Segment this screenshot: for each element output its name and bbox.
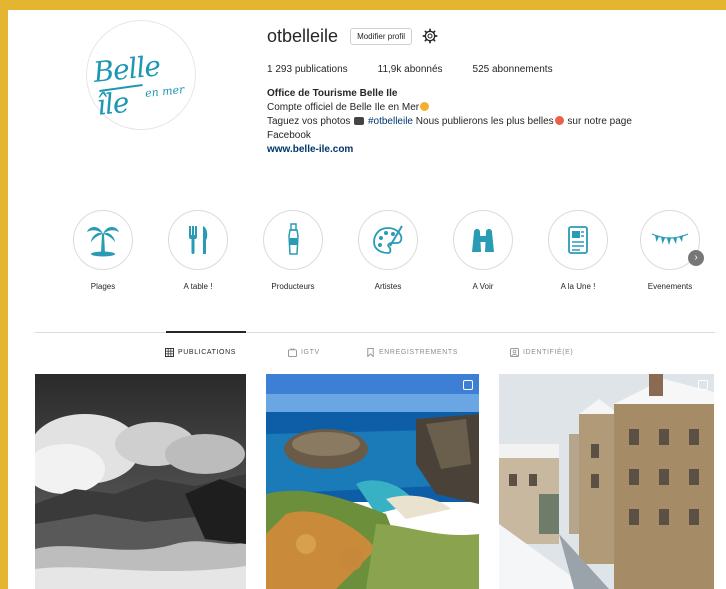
highlight-circle: [263, 210, 323, 270]
multiple-photos-icon: [698, 380, 708, 390]
post-image-snowy-street: [499, 374, 714, 589]
highlight-circle: [358, 210, 418, 270]
post-thumbnail-2[interactable]: [266, 374, 479, 589]
profile-top-row: otbelleile Modifier profil: [267, 24, 717, 48]
bunting-icon: [651, 233, 689, 245]
tab-publications[interactable]: PUBLICATIONS: [165, 348, 236, 357]
highlight-producteurs[interactable]: Producteurs: [253, 210, 333, 291]
profile-header: otbelleile Modifier profil 1 293 publica…: [267, 24, 717, 157]
belle-ile-logo: Belle île en mer: [91, 45, 191, 122]
following-count: 525: [472, 64, 490, 75]
bio-line-2-tail: sur notre page: [567, 116, 632, 127]
bio-line-2-end: Nous publierons les plus belles: [415, 116, 554, 127]
bio-name: Office de Tourisme Belle Ile: [267, 88, 398, 99]
profile-bio: Office de Tourisme Belle Ile Compte offi…: [267, 87, 717, 157]
newspaper-icon: [568, 226, 588, 254]
highlight-circle: [168, 210, 228, 270]
highlight-label: A la Une !: [560, 282, 596, 291]
posts-stat: 1 293 publications: [267, 64, 348, 75]
following-label: abonnements: [491, 64, 553, 75]
fork-knife-icon: [189, 226, 208, 254]
highlights-next-arrow-icon[interactable]: ›: [688, 250, 704, 266]
tab-label: IGTV: [301, 349, 320, 356]
binoculars-icon: [472, 229, 494, 252]
post-image-coast: [266, 374, 479, 589]
highlight-a-voir[interactable]: A Voir: [443, 210, 523, 291]
profile-avatar[interactable]: Belle île en mer: [86, 20, 196, 130]
followers-label: abonnés: [404, 64, 443, 75]
instagram-profile-page: Belle île en mer otbelleile Modifier pro…: [8, 10, 726, 589]
following-stat[interactable]: 525 abonnements: [473, 64, 553, 75]
tabs-divider: [35, 332, 715, 333]
camera-emoji-icon: [354, 117, 365, 125]
edit-profile-button[interactable]: Modifier profil: [350, 27, 413, 45]
bio-line-3: Facebook: [267, 130, 311, 141]
highlight-label: Plages: [90, 282, 116, 291]
username: otbelleile: [267, 25, 339, 46]
tagged-icon: [510, 348, 519, 357]
highlight-a-table[interactable]: A table !: [158, 210, 238, 291]
grid-icon: [165, 348, 174, 357]
highlight-a-la-une[interactable]: A la Une !: [538, 210, 618, 291]
tab-label: PUBLICATIONS: [178, 349, 237, 356]
tab-label: IDENTIFIÉ(E): [523, 349, 574, 356]
highlight-label: Producteurs: [271, 282, 315, 291]
sun-emoji-icon: [420, 102, 430, 111]
settings-gear-icon[interactable]: [422, 28, 438, 44]
website-link[interactable]: www.belle-ile.com: [267, 143, 717, 157]
multiple-photos-icon: [463, 380, 473, 390]
highlight-artistes[interactable]: Artistes: [348, 210, 428, 291]
profile-tabs: PUBLICATIONS IGTV ENREGISTREMENTS IDENTI…: [8, 348, 726, 364]
followers-stat[interactable]: 11,9k abonnés: [378, 64, 443, 75]
highlight-label: A Voir: [472, 282, 494, 291]
igtv-icon: [288, 348, 297, 357]
tab-enregistrements[interactable]: ENREGISTREMENTS: [366, 348, 458, 357]
highlight-circle: [548, 210, 608, 270]
bookmark-icon: [367, 348, 374, 357]
highlight-label: A table !: [183, 282, 213, 291]
palm-tree-icon: [87, 227, 119, 257]
highlight-circle: [453, 210, 513, 270]
post-image-waves: [35, 374, 246, 589]
highlight-circle: [73, 210, 133, 270]
story-highlights: Plages A table ! Producteurs Artistes A …: [8, 210, 726, 300]
active-tab-indicator: [166, 331, 246, 333]
highlight-label: Artistes: [374, 282, 402, 291]
post-thumbnail-1[interactable]: [35, 374, 246, 589]
bio-line-2-start: Taguez vos photos: [267, 116, 351, 127]
posts-label: publications: [294, 64, 348, 75]
tab-igtv[interactable]: IGTV: [288, 348, 320, 357]
tab-label: ENREGISTREMENTS: [379, 349, 459, 356]
bottle-icon: [288, 223, 299, 255]
bio-line-2: Taguez vos photos #otbelleile Nous publi…: [267, 115, 717, 129]
highlight-label: Evenements: [647, 282, 693, 291]
tab-identifie[interactable]: IDENTIFIÉ(E): [510, 348, 573, 357]
posts-count: 1 293: [267, 64, 293, 75]
highlight-plages[interactable]: Plages: [63, 210, 143, 291]
followers-count: 11,9k: [377, 64, 402, 75]
heart-eyes-emoji-icon: [554, 116, 564, 125]
bio-hashtag-link[interactable]: #otbelleile: [368, 116, 413, 127]
profile-stats: 1 293 publications 11,9k abonnés 525 abo…: [267, 64, 717, 75]
post-thumbnail-3[interactable]: [499, 374, 714, 589]
bio-line-1-text: Compte officiel de Belle Ile en Mer: [267, 102, 420, 113]
bio-line-1: Compte officiel de Belle Ile en Mer: [267, 101, 717, 115]
palette-icon: [373, 225, 403, 254]
